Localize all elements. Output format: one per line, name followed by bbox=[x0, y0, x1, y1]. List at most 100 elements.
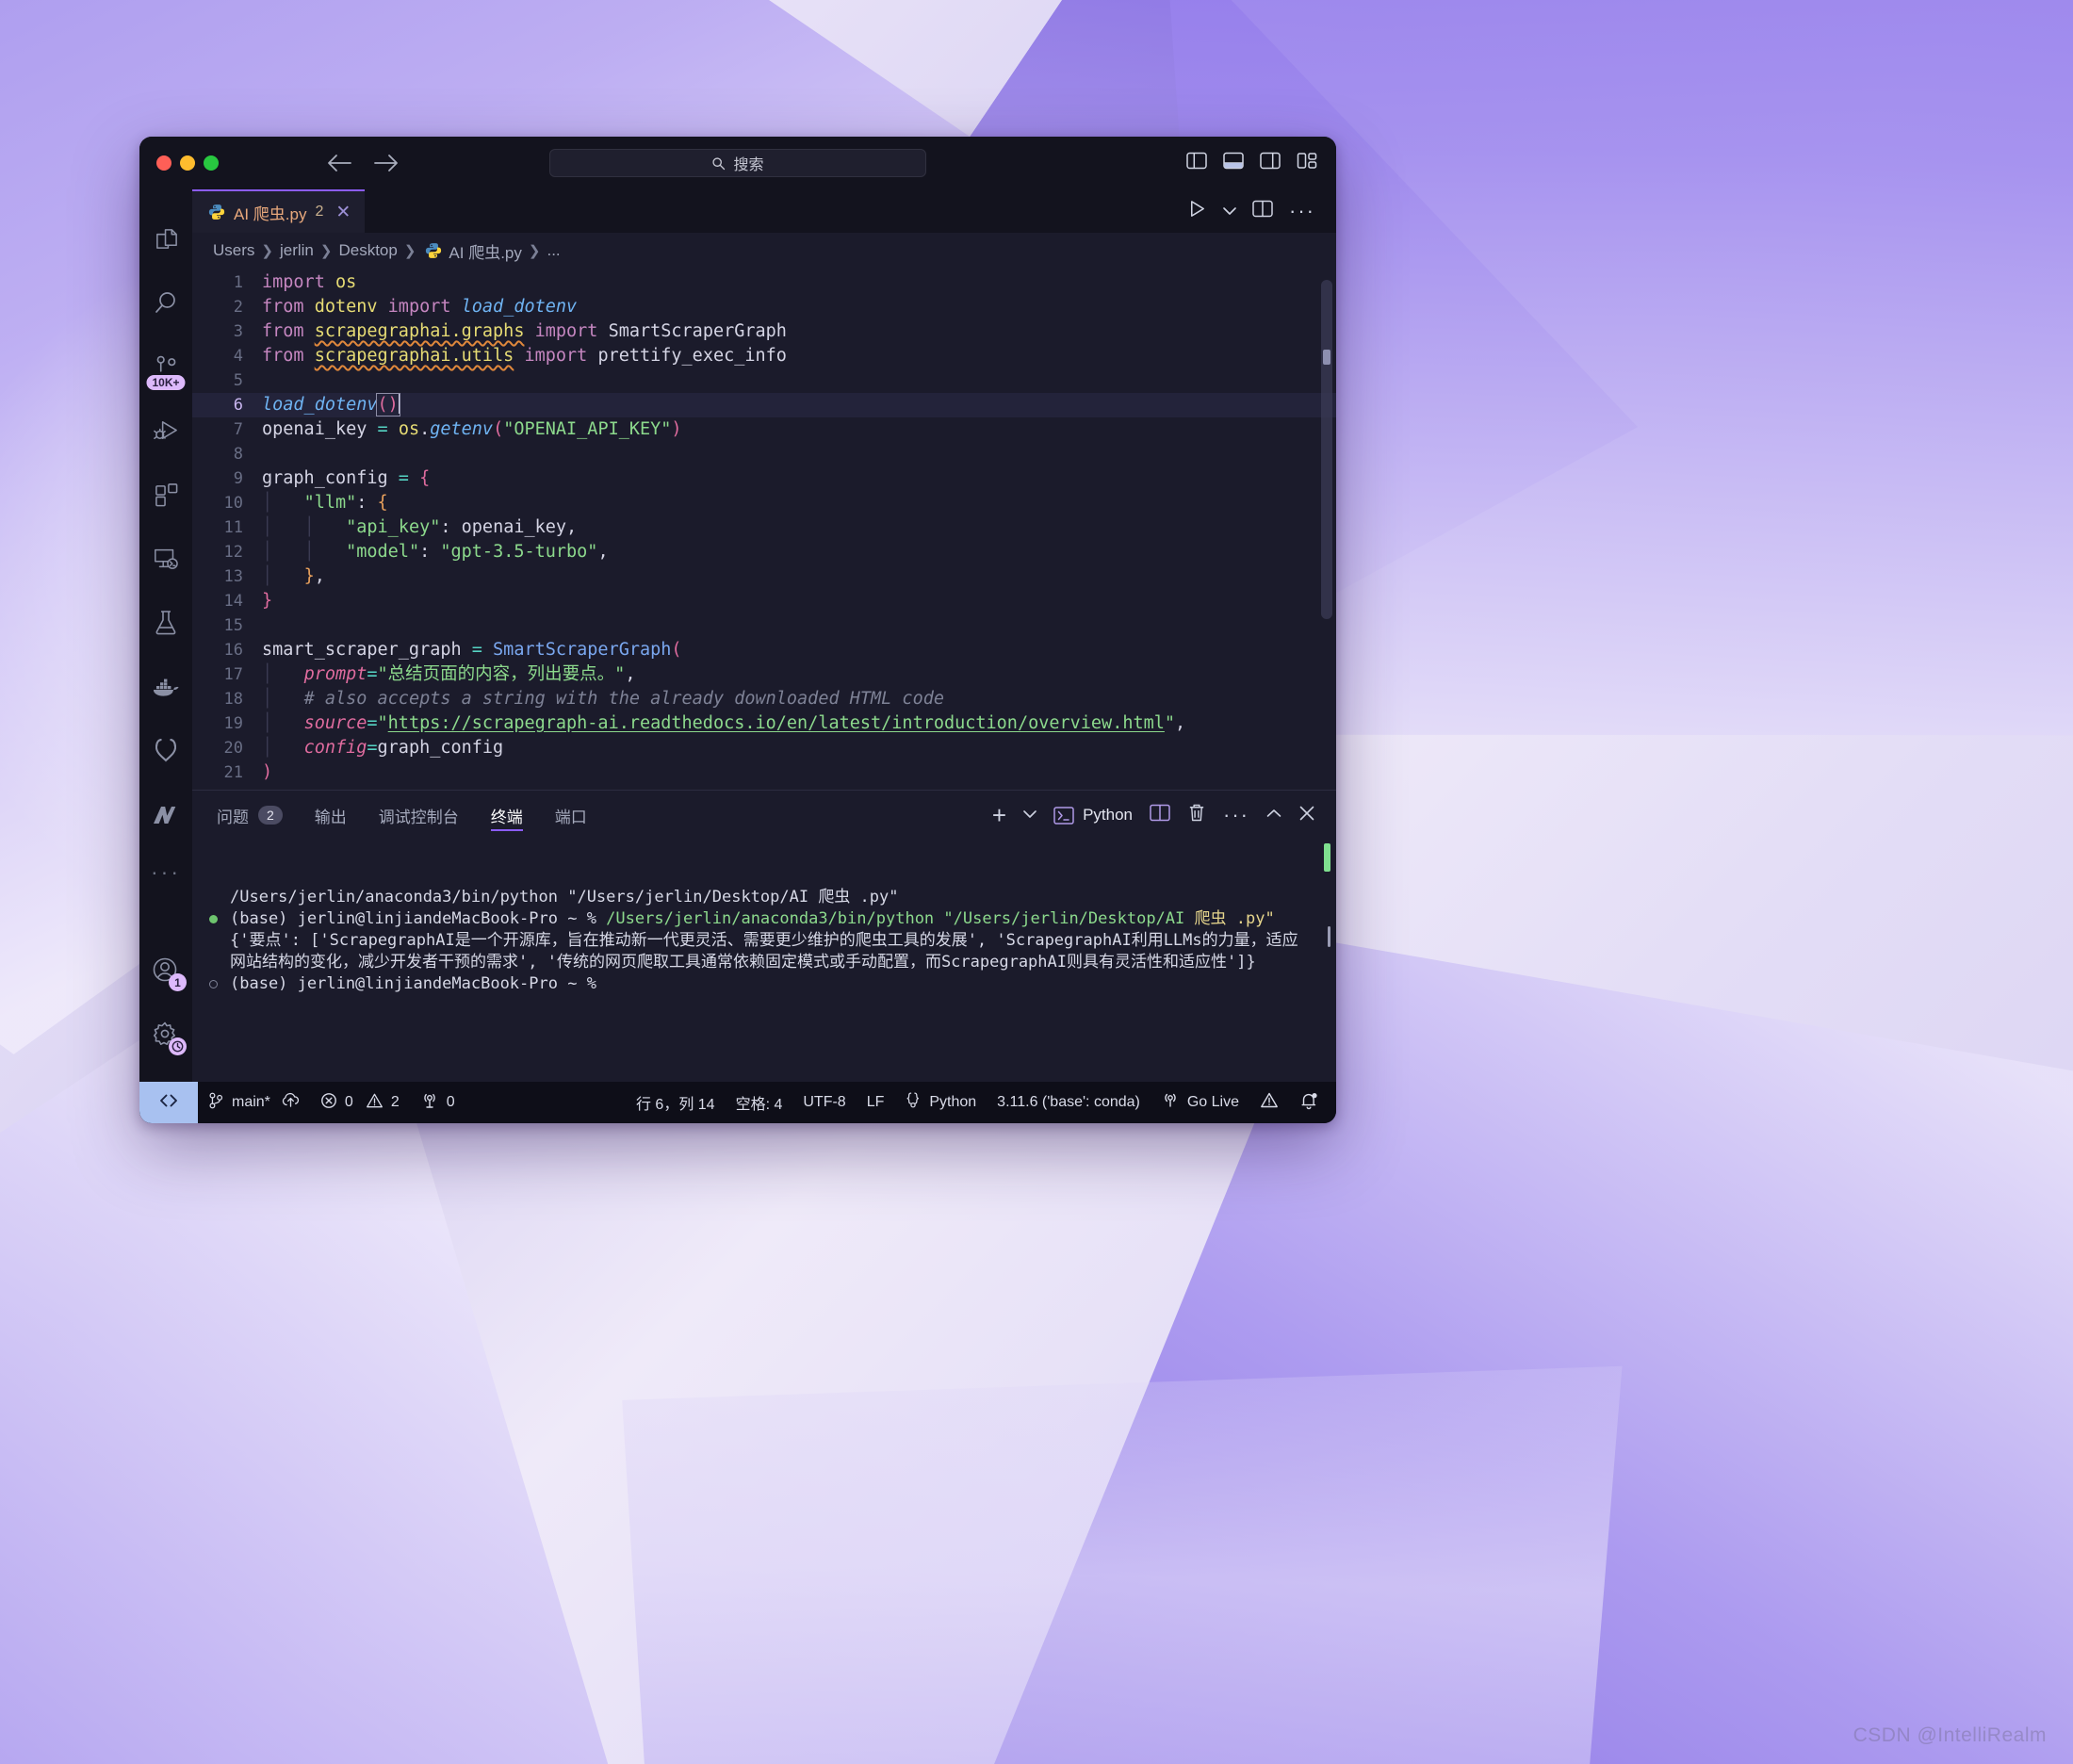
language-mode-label: Python bbox=[929, 1094, 977, 1110]
code-line-content: smart_scraper_graph = SmartScraperGraph( bbox=[262, 640, 682, 660]
search-input[interactable]: 搜索 bbox=[549, 149, 926, 177]
arrow-left-icon[interactable] bbox=[326, 153, 352, 173]
code-line[interactable]: 6 load_dotenv() bbox=[192, 393, 1336, 417]
code-line[interactable]: 5 bbox=[192, 368, 1336, 393]
tab-ports[interactable]: 端口 bbox=[555, 791, 587, 840]
code-line[interactable]: 17 │ prompt="总结页面的内容，列出要点。", bbox=[192, 662, 1336, 687]
code-line[interactable]: 3 from scrapegraphai.graphs import SmartS… bbox=[192, 319, 1336, 344]
maximize-window-button[interactable] bbox=[204, 155, 219, 171]
code-line[interactable]: 8 bbox=[192, 442, 1336, 466]
code-line[interactable]: 21) bbox=[192, 760, 1336, 785]
status-language-mode[interactable]: Python bbox=[894, 1082, 987, 1123]
trash-icon[interactable] bbox=[1187, 803, 1206, 827]
window-controls[interactable] bbox=[156, 155, 219, 171]
code-lines[interactable]: 1 import os 2 from dotenv import load_doten… bbox=[192, 270, 1336, 790]
sidebar-item-run-and-debug[interactable] bbox=[139, 404, 192, 457]
tab-ai-crawler-py[interactable]: AI 爬虫.py 2 ✕ bbox=[192, 189, 366, 233]
code-line[interactable]: 19 │ source="https://scrapegraph-ai.readt… bbox=[192, 711, 1336, 736]
toggle-primary-sidebar-icon[interactable] bbox=[1186, 151, 1207, 175]
customize-layout-icon[interactable] bbox=[1297, 151, 1317, 175]
line-number: 18 bbox=[223, 690, 243, 709]
status-alert[interactable] bbox=[1249, 1082, 1289, 1123]
line-number: 5 bbox=[233, 371, 243, 390]
tab-terminal[interactable]: 终端 bbox=[490, 791, 523, 840]
close-window-button[interactable] bbox=[156, 155, 171, 171]
code-line[interactable]: 9 graph_config = { bbox=[192, 466, 1336, 491]
code-line[interactable]: 7 openai_key = os.getenv("OPENAI_API_KEY"… bbox=[192, 417, 1336, 442]
status-notifications[interactable] bbox=[1289, 1082, 1329, 1123]
breadcrumb[interactable]: Users ❯ jerlin ❯ Desktop ❯ AI 爬虫.py ❯ ..… bbox=[192, 233, 1336, 269]
breadcrumb-item-1[interactable]: jerlin bbox=[280, 241, 314, 260]
code-editor[interactable]: 1 import os 2 from dotenv import load_doten… bbox=[192, 269, 1336, 790]
code-line-content: │ config=graph_config bbox=[262, 738, 504, 758]
status-encoding[interactable]: UTF-8 bbox=[792, 1082, 856, 1123]
chevron-down-icon[interactable] bbox=[1023, 807, 1036, 824]
code-line[interactable]: 14} bbox=[192, 589, 1336, 613]
ports-count: 0 bbox=[446, 1094, 455, 1110]
maximize-panel-icon[interactable] bbox=[1266, 807, 1281, 824]
terminal-output[interactable]: /Users/jerlin/anaconda3/bin/python "/Use… bbox=[192, 840, 1336, 1082]
arrow-right-icon[interactable] bbox=[373, 153, 400, 173]
sidebar-item-extensions[interactable] bbox=[139, 468, 192, 521]
editor-scrollbar[interactable] bbox=[1321, 280, 1332, 619]
close-panel-icon[interactable] bbox=[1298, 805, 1315, 826]
status-problems[interactable]: 0 2 bbox=[310, 1082, 410, 1123]
code-line[interactable]: 10 │ "llm": { bbox=[192, 491, 1336, 515]
tab-debug-console[interactable]: 调试控制台 bbox=[379, 791, 459, 840]
breadcrumb-item-3[interactable]: AI 爬虫.py bbox=[449, 239, 521, 263]
status-cursor-position[interactable]: 行 6，列 14 bbox=[626, 1082, 726, 1123]
code-line[interactable]: 2 from dotenv import load_dotenv bbox=[192, 295, 1336, 319]
toggle-secondary-sidebar-icon[interactable] bbox=[1260, 151, 1281, 175]
status-python-interpreter[interactable]: 3.11.6 ('base': conda) bbox=[987, 1082, 1151, 1123]
sidebar-item-source-control[interactable]: 10K+ bbox=[139, 340, 192, 393]
panel-more-icon[interactable]: ··· bbox=[1223, 805, 1249, 825]
remote-window-indicator[interactable] bbox=[139, 1082, 198, 1123]
tab-problems[interactable]: 问题 2 bbox=[217, 791, 283, 840]
toggle-panel-icon[interactable] bbox=[1223, 151, 1244, 175]
new-terminal-button[interactable]: + bbox=[992, 803, 1006, 827]
active-terminal[interactable]: Python bbox=[1053, 806, 1133, 825]
code-line[interactable]: 18 │ # also accepts a string with the alr… bbox=[192, 687, 1336, 711]
sidebar-item-docker[interactable] bbox=[139, 661, 192, 713]
code-line-content: import os bbox=[262, 272, 357, 292]
code-line[interactable]: 13 │ }, bbox=[192, 564, 1336, 589]
settings-button[interactable] bbox=[139, 1008, 192, 1061]
code-line[interactable]: 16 smart_scraper_graph = SmartScraperGrap… bbox=[192, 638, 1336, 662]
tab-output[interactable]: 输出 bbox=[315, 791, 347, 840]
sidebar-item-remote-explorer[interactable] bbox=[139, 532, 192, 585]
status-indentation[interactable]: 空格: 4 bbox=[726, 1082, 793, 1123]
chevron-down-icon[interactable] bbox=[1223, 204, 1236, 219]
code-line[interactable]: 22 bbox=[192, 785, 1336, 790]
more-actions-icon[interactable]: ··· bbox=[1289, 201, 1315, 221]
code-line[interactable]: 4 from scrapegraphai.utils import prettif… bbox=[192, 344, 1336, 368]
sidebar-item-marscode[interactable] bbox=[139, 789, 192, 841]
run-python-file-icon[interactable] bbox=[1187, 199, 1207, 223]
cloud-upload-icon[interactable] bbox=[282, 1092, 300, 1113]
status-go-live[interactable]: Go Live bbox=[1151, 1082, 1249, 1123]
close-icon[interactable]: ✕ bbox=[335, 204, 351, 221]
activity-bar-more-icon[interactable]: ··· bbox=[151, 853, 181, 890]
breadcrumb-item-4[interactable]: ... bbox=[547, 241, 560, 260]
status-ports[interactable]: 0 bbox=[410, 1082, 465, 1123]
terminal-command-marker bbox=[209, 915, 218, 923]
code-line[interactable]: 15 bbox=[192, 613, 1336, 638]
split-terminal-icon[interactable] bbox=[1150, 803, 1170, 827]
split-editor-icon[interactable] bbox=[1252, 199, 1273, 223]
code-line[interactable]: 1 import os bbox=[192, 270, 1336, 295]
tab-problem-count: 2 bbox=[315, 204, 324, 220]
sidebar-item-testing[interactable] bbox=[139, 596, 192, 649]
code-line[interactable]: 20 │ config=graph_config bbox=[192, 736, 1336, 760]
sidebar-item-explorer[interactable] bbox=[139, 212, 192, 265]
status-branch[interactable]: main* bbox=[198, 1082, 310, 1123]
line-number: 1 bbox=[233, 273, 243, 292]
breadcrumb-item-0[interactable]: Users bbox=[213, 241, 254, 260]
terminal-line: (base) jerlin@linjiandeMacBook-Pro ~ % /… bbox=[209, 908, 1312, 930]
breadcrumb-item-2[interactable]: Desktop bbox=[338, 241, 397, 260]
account-button[interactable]: 1 bbox=[139, 944, 192, 997]
minimize-window-button[interactable] bbox=[180, 155, 195, 171]
status-eol[interactable]: LF bbox=[857, 1082, 895, 1123]
code-line[interactable]: 11 │ │ "api_key": openai_key, bbox=[192, 515, 1336, 540]
sidebar-item-anaconda[interactable] bbox=[139, 725, 192, 777]
code-line[interactable]: 12 │ │ "model": "gpt-3.5-turbo", bbox=[192, 540, 1336, 564]
sidebar-item-search[interactable] bbox=[139, 276, 192, 329]
